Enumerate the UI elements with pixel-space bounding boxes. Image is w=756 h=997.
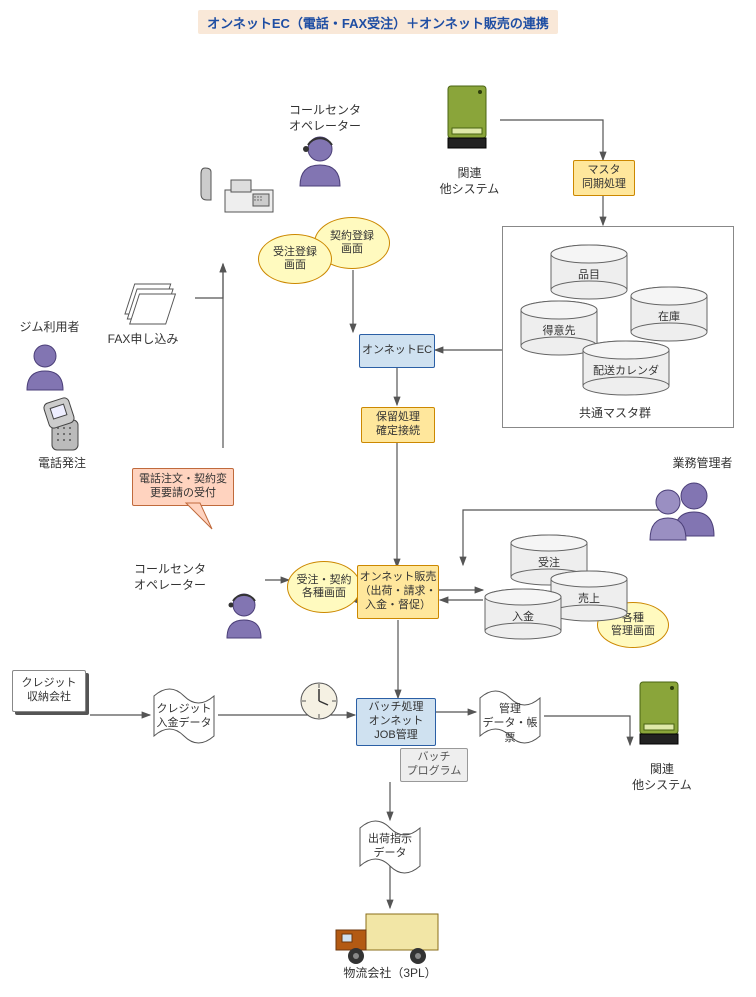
fax-apply-label: FAX申し込み [98, 332, 188, 348]
people-icon [640, 476, 730, 546]
db-sales: 売上 [556, 592, 622, 606]
db-customer: 得意先 [526, 324, 592, 338]
onnet-sales-node: オンネット販売 （出荷・請求・ 入金・督促） [360, 571, 437, 612]
person-icon [218, 590, 270, 642]
order-contract-screens-node: 受注・契約 各種画面 [297, 574, 352, 600]
flip-phone-icon [36, 396, 86, 456]
order-register-node: 受注登録 画面 [273, 246, 317, 272]
threepl-label: 物流会社（3PL） [330, 966, 450, 982]
documents-icon [122, 280, 182, 328]
server-icon [440, 80, 495, 160]
credit-company-node: クレジット 収納会社 [22, 677, 77, 705]
onnet-ec-node: オンネットEC [362, 344, 432, 358]
db-calendar: 配送カレンダ [588, 364, 664, 378]
batch-job-node: バッチ処理 オンネット JOB管理 [369, 701, 424, 742]
contract-register-node: 契約登録 画面 [330, 230, 374, 256]
db-order: 受注 [516, 556, 582, 570]
ship-data-node: 出荷指示 データ [358, 832, 422, 861]
db-payment: 入金 [490, 610, 556, 624]
clock-icon [298, 680, 340, 722]
speech-tail-icon [182, 503, 222, 533]
master-group-label: 共通マスタ群 [560, 406, 670, 422]
hold-finalize-node: 保留処理 確定接続 [376, 411, 420, 439]
admin-label: 業務管理者 [665, 456, 740, 472]
mgmt-report-node: 管理 データ・帳票 [478, 702, 542, 745]
server-icon [632, 676, 687, 756]
desk-phone-icon [195, 160, 285, 220]
call-center-top-label: コールセンタ オペレーター [280, 103, 370, 134]
phone-order-label: 電話発注 [32, 456, 92, 472]
gym-user-label: ジム利用者 [12, 320, 87, 336]
batch-program-node: バッチ プログラム [407, 751, 462, 779]
master-sync-node: マスタ 同期処理 [582, 164, 626, 192]
call-center-mid-label: コールセンタ オペレーター [125, 562, 215, 593]
person-icon [18, 340, 73, 395]
phone-note: 電話注文・契約変 更要請の受付 [139, 473, 227, 501]
credit-data-node: クレジット 入金データ [152, 702, 216, 731]
truck-icon [328, 908, 448, 968]
person-icon [290, 131, 350, 191]
related-system-top-label: 関連 他システム [432, 166, 507, 197]
db-stock: 在庫 [636, 310, 702, 324]
related-system-bottom-label: 関連 他システム [622, 762, 702, 793]
db-item: 品目 [556, 268, 622, 282]
